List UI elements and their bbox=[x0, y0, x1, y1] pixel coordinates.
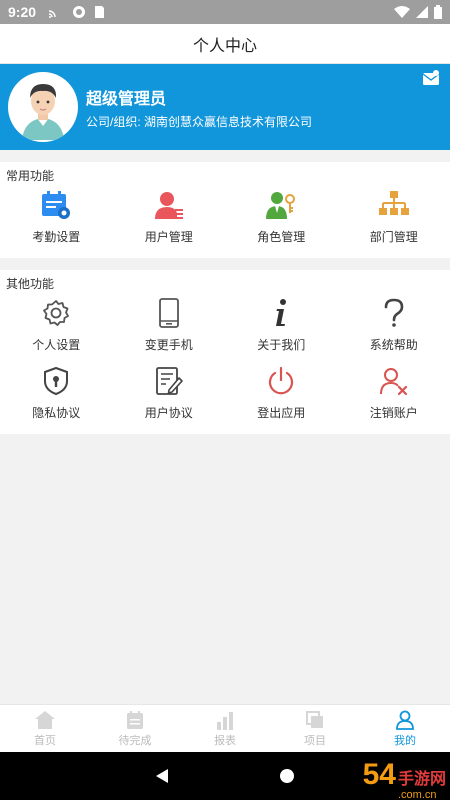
profile-icon bbox=[396, 710, 414, 730]
shield-icon bbox=[39, 364, 73, 398]
delete-account-label: 注销账户 bbox=[369, 406, 418, 420]
privacy-policy-label: 隐私协议 bbox=[32, 406, 81, 420]
home-icon bbox=[35, 710, 55, 729]
delete-account-button[interactable]: 注销账户 bbox=[338, 360, 450, 428]
about-us-label: 关于我们 bbox=[257, 338, 306, 352]
user-remove-icon bbox=[377, 364, 411, 398]
wifi-icon bbox=[394, 6, 410, 18]
info-icon bbox=[264, 296, 298, 330]
user-management-icon bbox=[152, 188, 186, 222]
profile-banner[interactable]: 超级管理员 公司/组织: 湖南创慧众赢信息技术有限公司 bbox=[0, 64, 450, 150]
department-management-icon bbox=[377, 188, 411, 222]
personal-settings-button[interactable]: 个人设置 bbox=[0, 292, 113, 360]
attendance-settings-icon bbox=[39, 188, 73, 222]
attendance-settings-button[interactable]: 考勤设置 bbox=[0, 184, 113, 252]
document-edit-icon bbox=[152, 364, 186, 398]
tab-label: 报表 bbox=[214, 734, 236, 747]
avatar[interactable] bbox=[8, 72, 78, 142]
profile-org: 公司/组织: 湖南创慧众赢信息技术有限公司 bbox=[86, 114, 313, 129]
personal-settings-label: 个人设置 bbox=[32, 338, 81, 352]
bottom-tab-bar: 首页 待完成 报表 项目 我的 bbox=[0, 704, 450, 752]
calendar-icon bbox=[127, 710, 143, 729]
home-nav-icon[interactable] bbox=[279, 768, 295, 784]
watermark-logo: 54 手游网 .com.cn bbox=[363, 758, 446, 800]
battery-icon bbox=[434, 5, 442, 19]
phone-icon bbox=[152, 296, 186, 330]
watermark-brand: 手游网 bbox=[397, 771, 446, 788]
role-management-label: 角色管理 bbox=[257, 230, 306, 244]
project-icon bbox=[306, 710, 323, 728]
privacy-policy-button[interactable]: 隐私协议 bbox=[0, 360, 113, 428]
sim-card-icon bbox=[95, 6, 105, 18]
gear-icon bbox=[39, 296, 73, 330]
system-help-label: 系统帮助 bbox=[369, 338, 418, 352]
department-management-button[interactable]: 部门管理 bbox=[338, 184, 450, 252]
role-management-button[interactable]: 角色管理 bbox=[225, 184, 338, 252]
status-time: 9:20 bbox=[8, 4, 37, 20]
role-management-icon bbox=[264, 188, 298, 222]
cast-icon bbox=[48, 10, 56, 18]
change-phone-label: 变更手机 bbox=[144, 338, 193, 352]
section-title: 常用功能 bbox=[6, 169, 55, 183]
status-bar: 9:20 bbox=[0, 0, 450, 24]
tab-label: 我的 bbox=[394, 734, 416, 747]
bar-chart-icon bbox=[217, 711, 233, 730]
page-title: 个人中心 bbox=[192, 37, 257, 55]
tab-label: 首页 bbox=[34, 734, 56, 747]
system-help-button[interactable]: 系统帮助 bbox=[338, 292, 450, 360]
page-header: 个人中心 bbox=[0, 24, 450, 64]
message-button[interactable] bbox=[422, 70, 440, 91]
mail-icon bbox=[422, 70, 440, 85]
watermark-number: 54 bbox=[362, 758, 396, 791]
common-functions-section: 常用功能 考勤设置 用户管理 角色管理 部门管理 bbox=[0, 162, 450, 258]
back-icon[interactable] bbox=[155, 768, 169, 784]
section-title: 其他功能 bbox=[6, 277, 55, 291]
department-management-label: 部门管理 bbox=[369, 230, 418, 244]
logout-button[interactable]: 登出应用 bbox=[225, 360, 338, 428]
app-icon bbox=[73, 6, 86, 18]
tab-pending[interactable]: 待完成 bbox=[90, 705, 180, 752]
signal-icon bbox=[416, 6, 428, 18]
user-management-label: 用户管理 bbox=[144, 230, 193, 244]
profile-name: 超级管理员 bbox=[86, 90, 167, 108]
tab-mine[interactable]: 我的 bbox=[360, 705, 450, 752]
tab-label: 待完成 bbox=[118, 734, 152, 747]
logout-label: 登出应用 bbox=[257, 406, 306, 420]
tab-reports[interactable]: 报表 bbox=[180, 705, 270, 752]
question-icon bbox=[377, 296, 411, 330]
user-management-button[interactable]: 用户管理 bbox=[113, 184, 226, 252]
other-functions-section: 其他功能 个人设置 变更手机 关于我们 系统帮助 隐私协议 用户协议 登出应用 … bbox=[0, 270, 450, 434]
about-us-button[interactable]: 关于我们 bbox=[225, 292, 338, 360]
user-agreement-button[interactable]: 用户协议 bbox=[113, 360, 226, 428]
user-agreement-label: 用户协议 bbox=[144, 406, 193, 420]
watermark-domain: .com.cn bbox=[397, 789, 437, 800]
power-icon bbox=[264, 364, 298, 398]
tab-home[interactable]: 首页 bbox=[0, 705, 90, 752]
tab-label: 项目 bbox=[304, 734, 326, 747]
change-phone-button[interactable]: 变更手机 bbox=[113, 292, 226, 360]
avatar-icon bbox=[10, 74, 76, 140]
attendance-settings-label: 考勤设置 bbox=[32, 230, 81, 244]
tab-projects[interactable]: 项目 bbox=[270, 705, 360, 752]
